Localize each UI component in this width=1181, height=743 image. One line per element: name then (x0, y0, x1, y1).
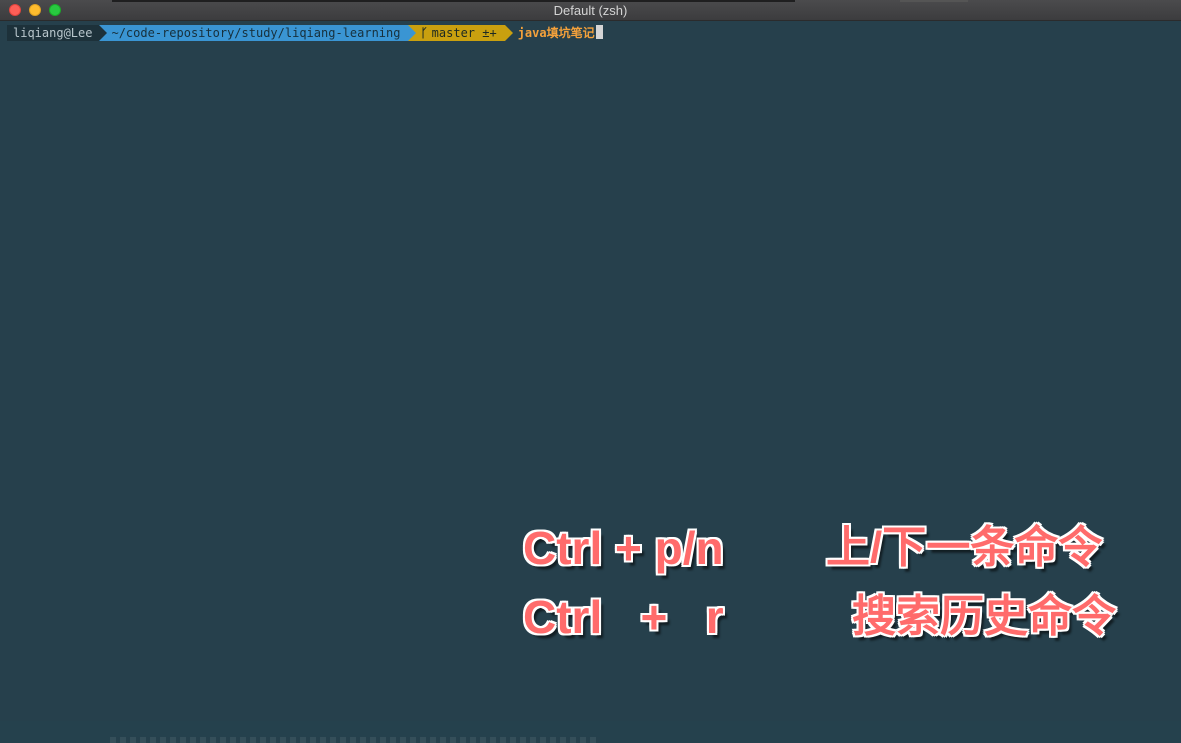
bottom-artifact (110, 737, 600, 743)
prompt-path: ~/code-repository/study/liqiang-learning (111, 26, 401, 40)
prompt-git-branch: master ±+ (431, 26, 497, 40)
shortcut-keys-prev-next: Ctrl + p/n (523, 522, 724, 574)
text-cursor (595, 25, 603, 39)
prompt-user-host: liqiang@Lee (13, 26, 93, 40)
segment-arrow-icon (408, 25, 417, 41)
window-title: Default (zsh) (553, 3, 628, 18)
shortcut-keys-search: Ctrl + r (523, 591, 724, 643)
title-bar[interactable]: Default (zsh) (0, 0, 1181, 21)
command-line[interactable]: java填坑笔记 (505, 25, 603, 41)
current-directory: java填坑笔记 (517, 26, 595, 40)
segment-arrow-icon (504, 25, 513, 41)
shortcut-desc-prev-next: 上/下一条命令 (826, 523, 1103, 572)
prompt-user-segment: liqiang@Lee (7, 25, 108, 41)
segment-arrow-icon (99, 25, 108, 41)
shortcut-desc-search: 搜索历史命令 (852, 592, 1116, 641)
prompt-git-segment: ᚴ master ±+ (408, 25, 513, 41)
shell-prompt: liqiang@Lee ~/code-repository/study/liqi… (7, 25, 603, 41)
git-branch-icon: ᚴ (420, 26, 428, 40)
prompt-path-segment: ~/code-repository/study/liqiang-learning (99, 25, 417, 41)
terminal-window: Default (zsh) liqiang@Lee ~/code-reposit… (0, 0, 1181, 743)
